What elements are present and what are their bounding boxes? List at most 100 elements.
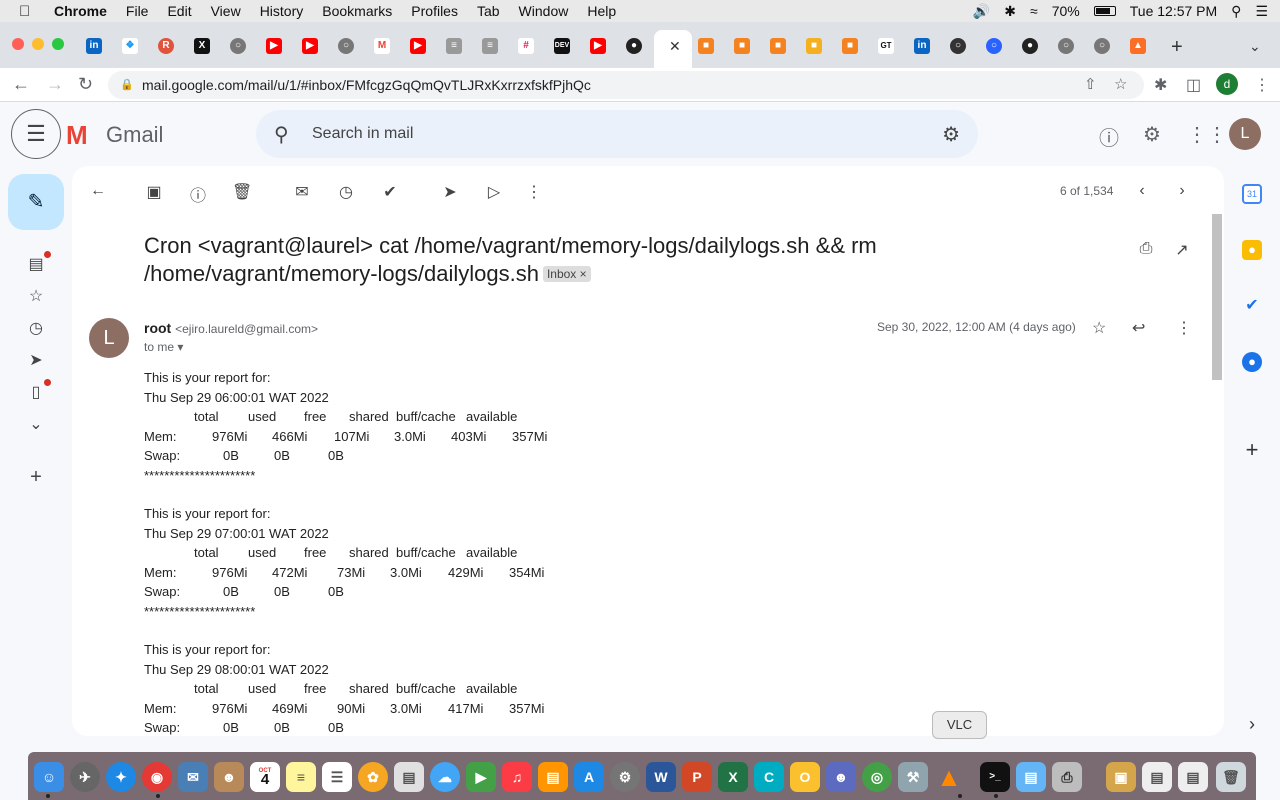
tasks-app-icon[interactable]: ✔ bbox=[1242, 296, 1262, 316]
account-avatar[interactable]: L bbox=[1229, 118, 1261, 150]
music-icon[interactable]: ♫ bbox=[502, 762, 532, 792]
tab-gt-icon[interactable]: GT bbox=[878, 38, 894, 54]
mark-unread-icon[interactable]: ✉ bbox=[292, 182, 312, 202]
open-new-window-icon[interactable]: ↗ bbox=[1172, 240, 1192, 260]
gmail-wordmark[interactable]: Gmail bbox=[106, 122, 163, 148]
tab-dev-icon[interactable]: DEV bbox=[554, 38, 570, 54]
starred-icon[interactable]: ☆ bbox=[26, 286, 46, 306]
zoom-window-icon[interactable] bbox=[52, 38, 64, 50]
wifi-icon[interactable]: ≈ bbox=[1030, 3, 1038, 19]
add-task-icon[interactable]: ✔ bbox=[380, 182, 400, 202]
battery-icon[interactable] bbox=[1093, 6, 1116, 16]
tab-box-icon[interactable]: ■ bbox=[698, 38, 714, 54]
tab-linkedin-icon-2[interactable]: in bbox=[914, 38, 930, 54]
tab-globe-icon[interactable]: ○ bbox=[230, 38, 246, 54]
tab-doc-icon[interactable]: ≡ bbox=[446, 38, 462, 54]
powerpoint-icon[interactable]: P bbox=[682, 762, 712, 792]
battery-percent[interactable]: 70% bbox=[1052, 3, 1080, 19]
tab-search-icon[interactable]: ⌄ bbox=[1249, 38, 1261, 55]
forward-icon[interactable]: → bbox=[46, 74, 64, 95]
teams-icon[interactable]: ☻ bbox=[826, 762, 856, 792]
tab-box-icon-5[interactable]: ■ bbox=[842, 38, 858, 54]
back-icon[interactable]: ← bbox=[12, 74, 30, 95]
finder-icon[interactable]: ☺ bbox=[34, 762, 64, 792]
menu-window[interactable]: Window bbox=[519, 3, 569, 19]
launchpad-icon[interactable]: ✈ bbox=[70, 762, 100, 792]
hide-side-panel-icon[interactable]: › bbox=[1242, 714, 1262, 734]
scrollbar-thumb[interactable] bbox=[1212, 214, 1222, 380]
back-to-inbox-icon[interactable]: ← bbox=[88, 182, 108, 200]
tab-globe-icon-3[interactable]: ○ bbox=[1058, 38, 1074, 54]
mail-stamp-icon[interactable]: ✉ bbox=[178, 762, 208, 792]
tab-x-icon[interactable]: X bbox=[194, 38, 210, 54]
menu-history[interactable]: History bbox=[260, 3, 304, 19]
tab-github-icon-2[interactable]: ● bbox=[1022, 38, 1038, 54]
support-icon[interactable]: ⓘ bbox=[1099, 122, 1119, 151]
preview-icon[interactable]: ▤ bbox=[1016, 762, 1046, 792]
trash-icon[interactable]: 🗑 bbox=[1216, 762, 1246, 792]
search-input[interactable] bbox=[312, 110, 912, 158]
clock[interactable]: Tue 12:57 PM bbox=[1130, 3, 1217, 19]
tab-close-icon[interactable]: ✕ bbox=[669, 38, 681, 55]
reload-icon[interactable]: ↻ bbox=[78, 74, 93, 95]
snooze-icon[interactable]: ◷ bbox=[336, 182, 356, 202]
star-message-icon[interactable]: ☆ bbox=[1092, 318, 1106, 338]
message-more-icon[interactable]: ⋮ bbox=[1176, 318, 1192, 338]
tab-gitlab-icon[interactable]: ▲ bbox=[1130, 38, 1146, 54]
system-preferences-icon[interactable]: ⚙ bbox=[610, 762, 640, 792]
notes-icon[interactable]: ≡ bbox=[286, 762, 316, 792]
bluetooth-icon[interactable]: ✱ bbox=[1004, 3, 1016, 20]
tab-youtube-icon-4[interactable]: ▶ bbox=[590, 38, 606, 54]
show-details-icon[interactable]: ▾ bbox=[177, 340, 183, 354]
main-menu-icon[interactable]: ☰ bbox=[11, 109, 61, 159]
menu-bookmarks[interactable]: Bookmarks bbox=[322, 3, 392, 19]
drafts-icon[interactable]: ▯ bbox=[26, 382, 46, 402]
keep-app-icon[interactable]: ● bbox=[1242, 240, 1262, 260]
directory-utility-icon[interactable]: ⚒ bbox=[898, 762, 928, 792]
tab-linkedin-icon[interactable]: in bbox=[86, 38, 102, 54]
close-window-icon[interactable] bbox=[12, 38, 24, 50]
create-label-icon[interactable]: + bbox=[26, 466, 46, 489]
menu-help[interactable]: Help bbox=[587, 3, 616, 19]
reminders-icon[interactable]: ☰ bbox=[322, 762, 352, 792]
tab-circle-icon[interactable]: ○ bbox=[950, 38, 966, 54]
new-tab-icon[interactable]: + bbox=[1171, 36, 1183, 59]
network-globe-icon[interactable]: ◎ bbox=[862, 762, 892, 792]
newer-icon[interactable]: ‹ bbox=[1132, 182, 1152, 200]
older-icon[interactable]: › bbox=[1172, 182, 1192, 200]
chrome-menu-icon[interactable]: ⋮ bbox=[1254, 75, 1270, 95]
label-icon[interactable]: ▷ bbox=[484, 182, 504, 202]
bookmark-star-icon[interactable]: ☆ bbox=[1114, 71, 1127, 99]
tab-youtube-icon-2[interactable]: ▶ bbox=[302, 38, 318, 54]
tab-globe-icon-2[interactable]: ○ bbox=[338, 38, 354, 54]
report-spam-icon[interactable]: ⓘ bbox=[188, 182, 208, 206]
tab-box-icon-2[interactable]: ■ bbox=[734, 38, 750, 54]
cyan-c-icon[interactable]: C bbox=[754, 762, 784, 792]
extensions-icon[interactable]: ✱ bbox=[1154, 75, 1167, 95]
tab-gmail-icon[interactable]: M bbox=[374, 38, 390, 54]
app-store-icon[interactable]: A bbox=[574, 762, 604, 792]
share-icon[interactable]: ⇧ bbox=[1084, 71, 1097, 99]
vlc-icon[interactable]: ▲ bbox=[934, 762, 964, 792]
stickies-icon[interactable]: ▤ bbox=[394, 762, 424, 792]
get-addons-icon[interactable]: + bbox=[1242, 439, 1262, 461]
inbox-icon[interactable]: ▤ bbox=[26, 254, 46, 274]
menu-tab[interactable]: Tab bbox=[477, 3, 500, 19]
menu-view[interactable]: View bbox=[211, 3, 241, 19]
chrome-profile-avatar[interactable]: d bbox=[1216, 73, 1238, 95]
tab-box-icon-4[interactable]: ■ bbox=[806, 38, 822, 54]
remove-label-icon[interactable]: × bbox=[580, 267, 587, 281]
messages-icon[interactable]: ☁ bbox=[430, 762, 460, 792]
calendar-app-icon[interactable]: 31 bbox=[1242, 184, 1262, 204]
printer-icon[interactable]: ⎙ bbox=[1052, 762, 1082, 792]
contacts-icon[interactable]: ☻ bbox=[214, 762, 244, 792]
delete-icon[interactable]: 🗑 bbox=[232, 182, 252, 202]
sender-name[interactable]: root bbox=[144, 320, 171, 336]
excel-icon[interactable]: X bbox=[718, 762, 748, 792]
safari-icon[interactable]: ✦ bbox=[106, 762, 136, 792]
more-actions-icon[interactable]: ⋮ bbox=[524, 182, 544, 202]
tab-slack-icon[interactable]: # bbox=[518, 38, 534, 54]
tab-globe-icon-4[interactable]: ○ bbox=[1094, 38, 1110, 54]
yellow-o-icon[interactable]: O bbox=[790, 762, 820, 792]
sent-icon[interactable]: ➤ bbox=[26, 350, 46, 370]
